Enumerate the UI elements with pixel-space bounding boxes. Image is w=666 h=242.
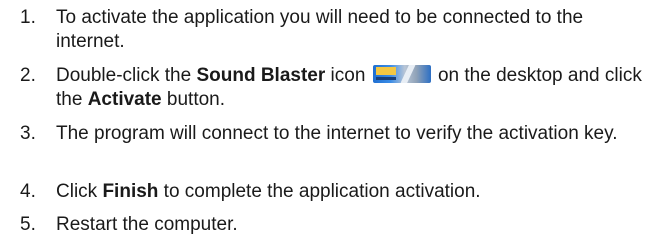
app-name-bold: Sound Blaster: [196, 65, 326, 86]
step-text-part: to complete the application activation.: [158, 181, 481, 202]
step-text: To activate the application you will nee…: [56, 7, 584, 52]
step-4: 4. Click Finish to complete the applicat…: [0, 180, 666, 204]
step-text: Click Finish to complete the application…: [56, 180, 656, 204]
step-text: Double-click the Sound Blaster icon on t…: [56, 64, 656, 112]
step-text: The program will connect to the internet…: [56, 123, 618, 144]
step-1: 1. To activate the application you will …: [0, 6, 666, 54]
step-3: 3. The program will connect to the inter…: [0, 122, 666, 146]
step-number: 3.: [20, 123, 36, 144]
activate-bold: Activate: [87, 89, 162, 110]
step-text-part: button.: [161, 89, 226, 110]
step-2: 2. Double-click the Sound Blaster icon o…: [0, 64, 666, 112]
step-text-part: Double-click the: [56, 65, 197, 86]
step-number: 1.: [20, 7, 36, 28]
step-text-part: Click: [56, 181, 103, 202]
step-5: 5. Restart the computer.: [0, 213, 666, 237]
sound-blaster-icon: [372, 65, 431, 83]
step-number: 2.: [20, 65, 36, 86]
step-text: Restart the computer.: [56, 214, 238, 235]
step-number: 5.: [20, 214, 36, 235]
finish-bold: Finish: [102, 181, 159, 202]
step-number: 4.: [20, 181, 36, 202]
step-text-part: icon: [325, 65, 371, 86]
instruction-list: 1. To activate the application you will …: [0, 0, 666, 242]
